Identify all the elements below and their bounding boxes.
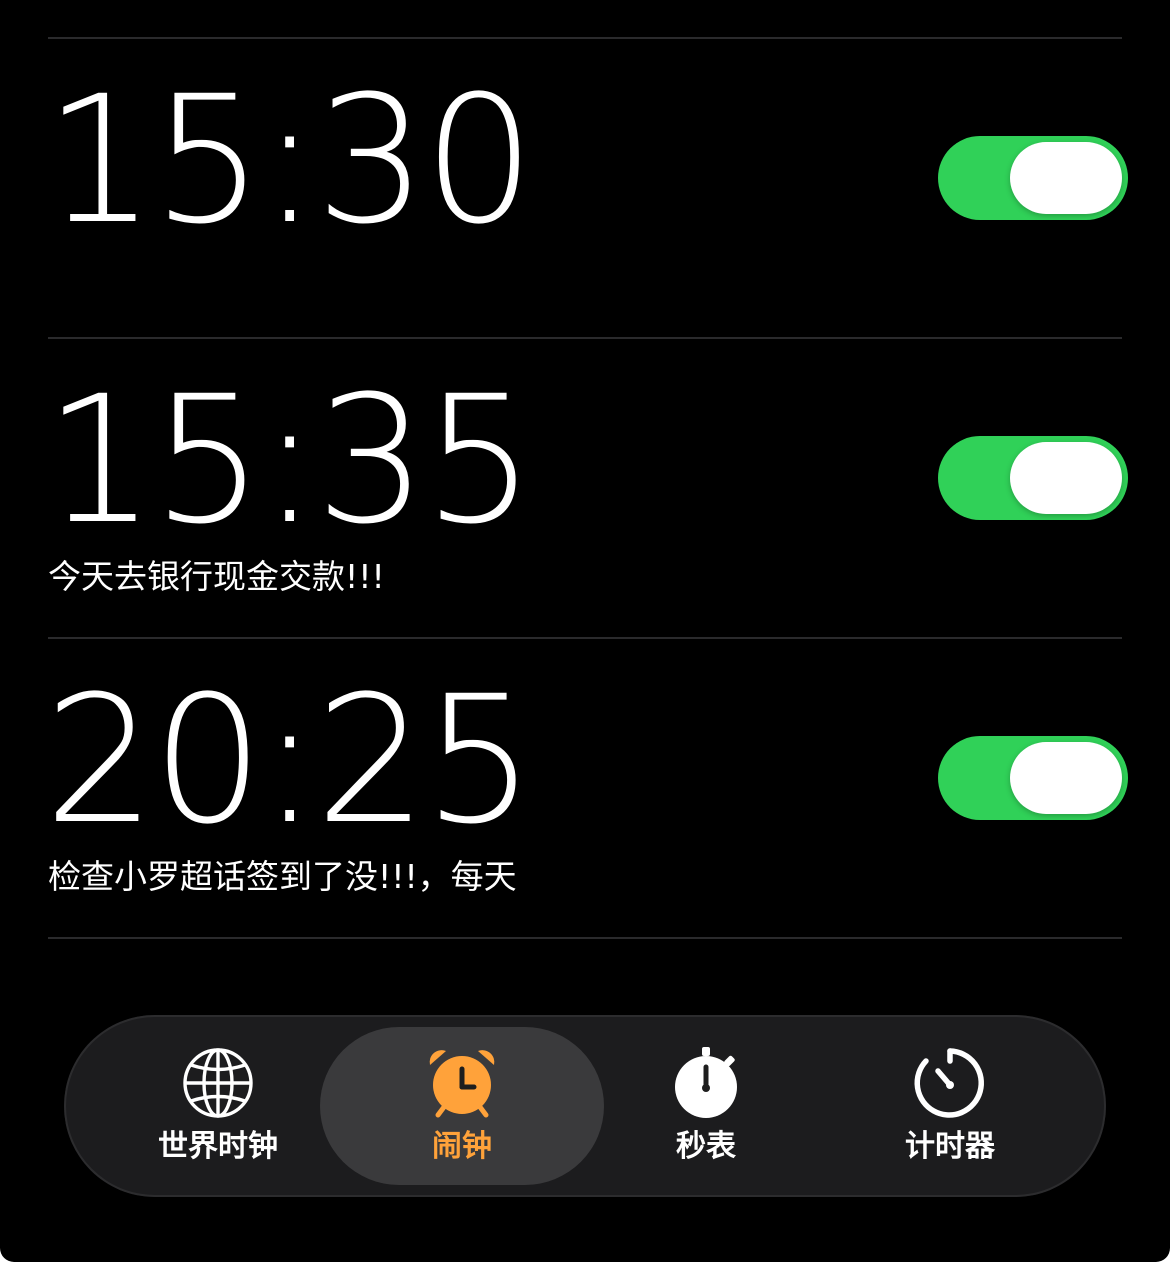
alarm-row[interactable]: 15:30: [0, 39, 1170, 337]
tab-world-clock[interactable]: 世界时钟: [76, 1027, 360, 1185]
alarm-time: 15:30: [44, 58, 535, 263]
alarm-time: 20:25: [44, 658, 535, 863]
alarm-row[interactable]: 20:25 检查小罗超话签到了没!!!，每天: [0, 639, 1170, 937]
alarm-time: 15:35: [44, 358, 535, 563]
alarm-screen: 15:30 15:35 今天去银行现金交款!!! 20:25 检查小罗超话签到了…: [0, 0, 1170, 1262]
tab-label: 闹钟: [432, 1129, 492, 1164]
alarm-label: 检查小罗超话签到了没!!!，每天: [48, 857, 517, 896]
toggle-knob: [1010, 742, 1122, 814]
toggle-knob: [1010, 142, 1122, 214]
alarm-row[interactable]: 15:35 今天去银行现金交款!!!: [0, 339, 1170, 637]
divider: [48, 937, 1122, 939]
alarm-toggle[interactable]: [938, 136, 1128, 220]
alarm-label: 今天去银行现金交款!!!: [48, 557, 385, 596]
tab-alarm[interactable]: 闹钟: [320, 1027, 604, 1185]
alarm-toggle[interactable]: [938, 436, 1128, 520]
tab-label: 世界时钟: [158, 1129, 278, 1164]
timer-icon: [912, 1045, 988, 1121]
tab-timer[interactable]: 计时器: [808, 1027, 1092, 1185]
tab-label: 计时器: [905, 1129, 995, 1164]
alarm-toggle[interactable]: [938, 736, 1128, 820]
tab-stopwatch[interactable]: 秒表: [564, 1027, 848, 1185]
stopwatch-icon: [668, 1045, 744, 1121]
tab-bar: 世界时钟 闹钟 秒表 计时器: [64, 1015, 1106, 1197]
tab-label: 秒表: [676, 1129, 736, 1164]
toggle-knob: [1010, 442, 1122, 514]
globe-icon: [180, 1045, 256, 1121]
alarm-clock-icon: [424, 1045, 500, 1121]
